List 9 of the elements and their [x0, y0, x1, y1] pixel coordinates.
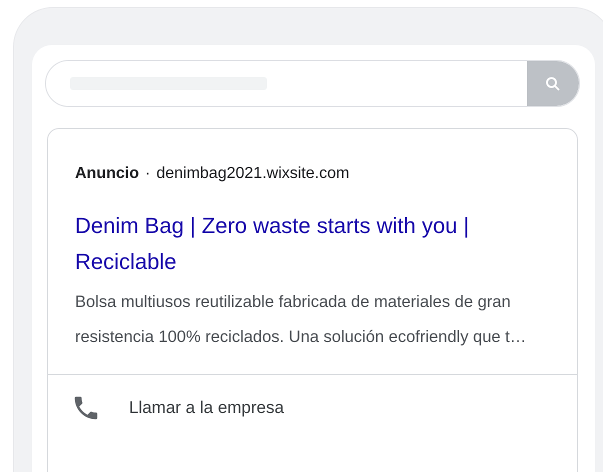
- separator: ·: [145, 164, 150, 184]
- search-icon: [544, 74, 562, 92]
- ad-title-link[interactable]: Denim Bag | Zero waste starts with you | Reciclable: [75, 208, 545, 280]
- ad-label: Anuncio: [75, 164, 139, 184]
- ad-domain: denimbag2021.wixsite.com: [156, 164, 350, 184]
- search-field[interactable]: [45, 60, 580, 107]
- ad-description: Bolsa multiusos reutilizable fabricada de materiales de gran resistencia 100% reciclados. Una solución ecofriendly que t…: [75, 292, 528, 348]
- search-button[interactable]: [527, 61, 579, 106]
- call-business-link[interactable]: Llamar a la empresa: [129, 396, 284, 420]
